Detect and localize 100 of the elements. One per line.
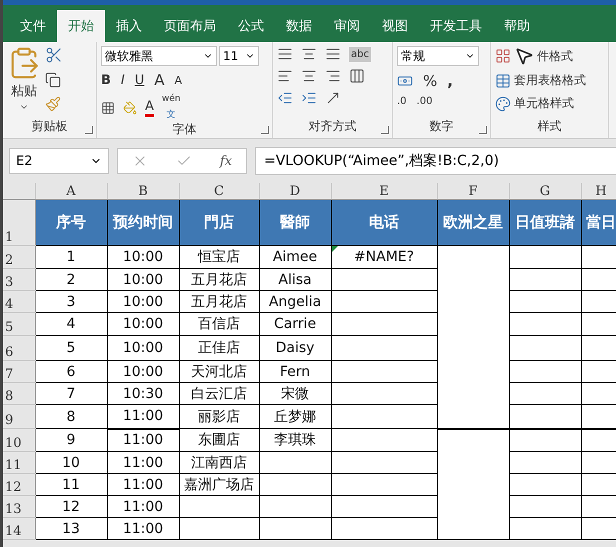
phonetic-button[interactable]: wén: [162, 94, 181, 104]
column-header[interactable]: A: [35, 183, 107, 200]
row-header[interactable]: 14: [3, 518, 35, 540]
align-bottom-icon[interactable]: [325, 46, 341, 62]
cell-style-icon[interactable]: [495, 96, 511, 112]
align-top-icon[interactable]: [277, 46, 293, 62]
phonetic-button[interactable]: 文: [166, 108, 176, 121]
row-header[interactable]: 8: [3, 382, 35, 404]
table-cell: 13: [35, 518, 107, 540]
row-header[interactable]: 2: [3, 246, 35, 268]
ribbon-tab[interactable]: 插入: [105, 10, 153, 42]
table-cell: 五月花店: [179, 290, 259, 312]
font-size-field[interactable]: 11: [219, 46, 259, 66]
table-cell: [509, 290, 581, 312]
row-header[interactable]: 5: [3, 312, 35, 336]
orientation-icon[interactable]: [325, 90, 341, 106]
comma-button[interactable]: ,: [447, 72, 453, 90]
header-cell: 門店: [179, 200, 259, 246]
row-header[interactable]: 3: [3, 268, 35, 290]
table-cell: [509, 404, 581, 428]
insert-function-button[interactable]: fx: [220, 154, 232, 168]
column-header[interactable]: B: [107, 183, 179, 200]
ribbon-tab[interactable]: 页面布局: [153, 10, 227, 42]
row-header[interactable]: 11: [3, 452, 35, 474]
align-center-icon[interactable]: [301, 68, 317, 84]
table-cell: 11:00: [107, 474, 179, 496]
table-cell: [509, 496, 581, 518]
row-header[interactable]: 7: [3, 360, 35, 382]
copy-icon[interactable]: [45, 72, 61, 88]
header-cell: 醫師: [259, 200, 331, 246]
styles-button[interactable]: 套用表格格式: [514, 72, 586, 89]
ribbon-tab[interactable]: 帮助: [493, 10, 541, 42]
table-icon[interactable]: [495, 72, 511, 88]
group-label: 数字: [428, 118, 454, 135]
table-cell: 嘉洲广场店: [179, 474, 259, 496]
table-cell: #NAME?: [331, 246, 437, 268]
font-name-field[interactable]: 微软雅黑: [101, 46, 217, 66]
formula-field[interactable]: =VLOOKUP(“Aimee”,档案!B:C,2,0): [255, 147, 616, 175]
column-header[interactable]: H: [581, 183, 616, 200]
bold-button[interactable]: B: [101, 72, 111, 88]
align-left-icon[interactable]: [277, 68, 293, 84]
row-header[interactable]: 4: [3, 290, 35, 312]
ribbon-tab[interactable]: 审阅: [323, 10, 371, 42]
row-header[interactable]: 1: [3, 200, 35, 246]
column-header[interactable]: C: [179, 183, 259, 200]
shrink-font-button[interactable]: A: [174, 74, 182, 86]
ribbon-tab[interactable]: 视图: [371, 10, 419, 42]
scissors-icon[interactable]: [45, 46, 63, 64]
increase-decimal-button[interactable]: .00: [416, 96, 432, 107]
ribbon-tab[interactable]: 开始: [57, 10, 105, 42]
underline-button[interactable]: U: [134, 72, 144, 88]
header-cell: 欧洲之星: [437, 200, 509, 246]
row-header[interactable]: 9: [3, 404, 35, 428]
row-header[interactable]: 13: [3, 496, 35, 518]
group-label: 剪贴板: [30, 118, 68, 135]
indent-icon[interactable]: [301, 90, 317, 106]
italic-button[interactable]: I: [120, 72, 125, 88]
fill-color-icon[interactable]: [123, 100, 137, 114]
styles-button[interactable]: 件格式: [537, 48, 573, 64]
table-cell: [509, 312, 581, 336]
column-header[interactable]: E: [331, 183, 437, 200]
table-cell: [509, 518, 581, 540]
column-header[interactable]: G: [509, 183, 581, 200]
row-header[interactable]: 12: [3, 474, 35, 496]
outdent-icon[interactable]: [277, 90, 293, 106]
paste-button[interactable]: 粘贴: [11, 82, 37, 100]
percent-button[interactable]: %: [423, 72, 438, 90]
table-cell: Alisa: [259, 268, 331, 290]
table-cell: [509, 246, 581, 268]
name-box[interactable]: E2: [9, 148, 109, 174]
table-cell: 5: [35, 336, 107, 360]
conditional-format-icon[interactable]: [495, 48, 511, 64]
group-label: 对齐方式: [308, 118, 358, 135]
dialog-launcher-icon[interactable]: [261, 126, 269, 134]
ribbon-tab[interactable]: 文件: [9, 10, 57, 42]
dialog-launcher-icon[interactable]: [479, 126, 487, 134]
align-right-icon[interactable]: [325, 68, 341, 84]
merge-icon[interactable]: [349, 68, 365, 84]
ribbon-tab[interactable]: 公式: [227, 10, 275, 42]
border-icon[interactable]: [101, 100, 115, 114]
font-color-button[interactable]: A: [145, 98, 154, 116]
column-header[interactable]: F: [437, 183, 509, 200]
grow-font-button[interactable]: A: [154, 71, 165, 89]
column-header[interactable]: D: [259, 183, 331, 200]
ribbon-tab[interactable]: 数据: [275, 10, 323, 42]
table-cell: 白云汇店: [179, 382, 259, 404]
styles-button[interactable]: 单元格样式: [514, 95, 574, 112]
number-format-field[interactable]: 常规: [397, 46, 479, 66]
table-cell: 丽影店: [179, 404, 259, 428]
align-middle-icon[interactable]: [301, 46, 317, 62]
dialog-launcher-icon[interactable]: [85, 126, 93, 134]
wrap-text-button[interactable]: abc: [349, 46, 371, 62]
table-cell: 11:00: [107, 452, 179, 474]
decrease-decimal-button[interactable]: .0: [397, 96, 407, 107]
row-header[interactable]: 10: [3, 428, 35, 452]
ribbon-tab[interactable]: 开发工具: [419, 10, 493, 42]
table-cell: 6: [35, 360, 107, 382]
dialog-launcher-icon[interactable]: [381, 126, 389, 134]
row-header[interactable]: 6: [3, 336, 35, 360]
group-label: 样式: [536, 118, 562, 135]
